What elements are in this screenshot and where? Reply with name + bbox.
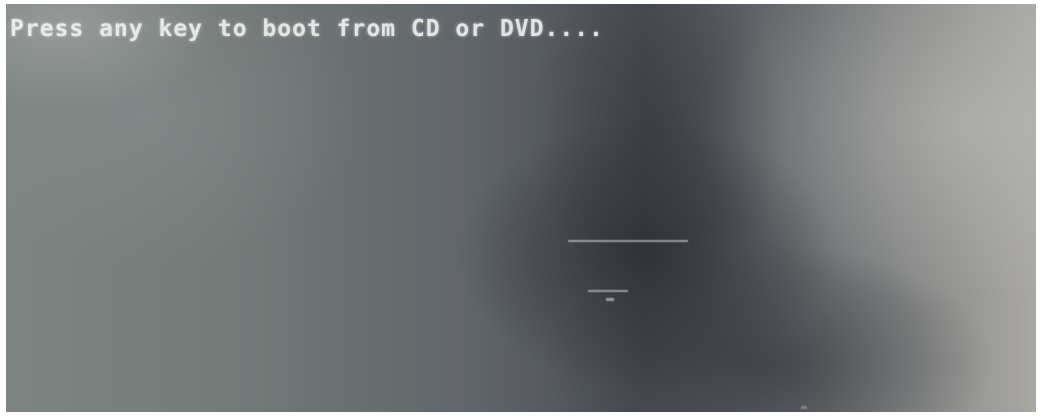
screen-glare [6, 4, 1036, 412]
screen-artifact [606, 298, 614, 301]
screen-artifact [588, 290, 628, 292]
boot-prompt-text: Press any key to boot from CD or DVD.... [10, 16, 604, 42]
screen-artifact [568, 240, 688, 242]
monitor-screen: Press any key to boot from CD or DVD.... [6, 4, 1036, 412]
photo-frame: Press any key to boot from CD or DVD.... [0, 0, 1041, 416]
screen-artifact [801, 406, 807, 409]
